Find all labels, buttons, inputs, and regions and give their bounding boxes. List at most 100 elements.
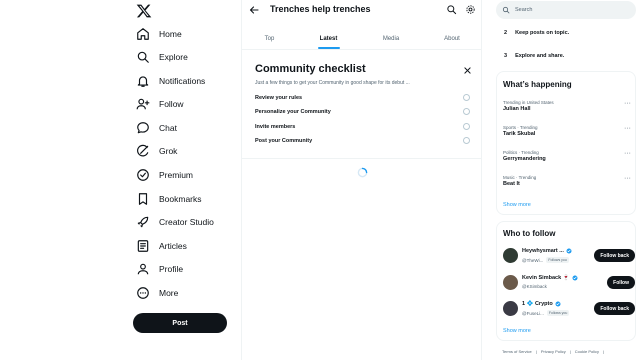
person-add-icon: [136, 97, 150, 111]
section-title: What’s happening: [503, 80, 572, 89]
checklist-radio[interactable]: [463, 108, 470, 115]
avatar[interactable]: [503, 275, 518, 290]
follow-suggestion[interactable]: 1 💠 Crypto @FuseLi... Follows you Follow…: [501, 299, 635, 321]
checklist-radio[interactable]: [463, 94, 470, 101]
follow-suggestion[interactable]: Kevin Simback 🍷 @KSimback Follow: [501, 273, 635, 295]
profile-icon: [136, 262, 150, 276]
checklist-item[interactable]: Review your rules: [242, 93, 482, 105]
nav-label: Creator Studio: [159, 217, 214, 227]
show-more-link[interactable]: Show more: [503, 328, 531, 334]
home-icon: [136, 27, 150, 41]
checklist-item-label: Invite members: [255, 124, 296, 130]
trend-name: Tarik Skubal: [503, 131, 536, 137]
show-more-link[interactable]: Show more: [503, 202, 531, 208]
nav-item-notifications[interactable]: Notifications: [132, 71, 209, 91]
tab-media[interactable]: Media: [360, 28, 422, 50]
search-icon: [136, 50, 150, 64]
tab-top[interactable]: Top: [242, 28, 297, 50]
nav-item-articles[interactable]: Articles: [132, 236, 191, 256]
trend-context: Sports · Trending: [503, 125, 538, 130]
nav-item-home[interactable]: Home: [132, 24, 186, 44]
tab-about[interactable]: About: [422, 28, 482, 50]
checklist-item[interactable]: Personalize your Community: [242, 107, 482, 119]
account-handle: @FuseLi...: [522, 310, 544, 316]
footer-separator: |: [535, 349, 537, 354]
trend-item[interactable]: Politics · Trending Gerrymandering ···: [503, 150, 631, 172]
nav-label: Home: [159, 29, 182, 39]
premium-icon: [136, 168, 150, 182]
nav-label: Follow: [159, 99, 184, 109]
checklist-title: Community checklist: [255, 63, 366, 75]
bell-icon: [136, 74, 150, 88]
verified-badge-icon: [555, 301, 561, 307]
search-input[interactable]: [515, 7, 625, 13]
nav-item-grok[interactable]: Grok: [132, 141, 181, 161]
account-handle-row: @KSimback: [522, 284, 547, 289]
follow-back-button[interactable]: Follow back: [594, 249, 635, 262]
loading-spinner-icon: [357, 167, 368, 178]
follow-back-button[interactable]: Follow back: [594, 302, 635, 315]
section-title: Who to follow: [503, 229, 556, 238]
nav-item-profile[interactable]: Profile: [132, 259, 187, 279]
right-sidebar: 2 Keep posts on topic. 3 Explore and sha…: [482, 0, 640, 360]
nav-item-chat[interactable]: Chat: [132, 118, 181, 138]
follow-button[interactable]: Follow: [607, 276, 635, 289]
nav-item-creator-studio[interactable]: Creator Studio: [132, 212, 218, 232]
nav-item-premium[interactable]: Premium: [132, 165, 197, 185]
post-button[interactable]: Post: [133, 313, 227, 333]
checklist-radio[interactable]: [463, 123, 470, 130]
checklist-subtitle: Just a few things to get your Community …: [255, 80, 410, 86]
follows-you-badge: Follows you: [546, 257, 569, 263]
nav-label: Bookmarks: [159, 194, 202, 204]
checklist-radio[interactable]: [463, 137, 470, 144]
grok-icon: [136, 144, 150, 158]
checklist-item[interactable]: Invite members: [242, 122, 482, 134]
nav-label: Profile: [159, 264, 184, 274]
more-dots-icon[interactable]: ···: [624, 150, 631, 157]
nav-item-explore[interactable]: Explore: [132, 47, 192, 67]
trend-name: Beat It: [503, 181, 520, 187]
account-name: 1 💠 Crypto: [522, 301, 553, 307]
more-dots-icon[interactable]: ···: [624, 175, 631, 182]
footer-link-privacy[interactable]: Privacy Policy: [541, 349, 566, 354]
rule-item: 3 Explore and share.: [504, 53, 564, 59]
chat-icon: [136, 121, 150, 135]
close-icon[interactable]: [463, 66, 472, 75]
footer-separator: |: [603, 349, 605, 354]
more-dots-icon[interactable]: ···: [624, 100, 631, 107]
divider: [242, 158, 482, 159]
rule-number: 3: [504, 53, 508, 59]
trend-item[interactable]: Music · Trending Beat It ···: [503, 175, 631, 197]
nav-item-bookmarks[interactable]: Bookmarks: [132, 189, 206, 209]
account-name-row: 1 💠 Crypto: [522, 301, 561, 307]
footer-link-terms[interactable]: Terms of Service: [502, 349, 532, 354]
rule-number: 2: [504, 30, 508, 36]
x-logo-icon[interactable]: [136, 3, 152, 19]
article-icon: [136, 239, 150, 253]
verified-badge-icon: [572, 275, 578, 281]
follow-suggestion[interactable]: Heywhysmart ... @TheWi... Follows you Fo…: [501, 246, 635, 268]
nav-item-more[interactable]: More: [132, 283, 182, 303]
trend-context: Trending in United States: [503, 100, 554, 105]
gear-icon[interactable]: [465, 4, 476, 15]
account-name: Kevin Simback 🍷: [522, 275, 570, 281]
more-dots-icon[interactable]: ···: [624, 125, 631, 132]
avatar[interactable]: [503, 301, 518, 316]
back-arrow-icon[interactable]: [248, 4, 260, 16]
verified-badge-icon: [566, 248, 572, 254]
nav-item-follow[interactable]: Follow: [132, 94, 188, 114]
follows-you-badge: Follows you: [546, 310, 570, 316]
trend-item[interactable]: Sports · Trending Tarik Skubal ···: [503, 125, 631, 147]
footer-link-cookie[interactable]: Cookie Policy: [575, 349, 599, 354]
checklist-item[interactable]: Post your Community: [242, 136, 482, 148]
footer-links: Terms of Service | Privacy Policy | Cook…: [502, 349, 604, 354]
account-name-row: Kevin Simback 🍷: [522, 275, 578, 281]
search-box[interactable]: [496, 1, 636, 19]
trend-context: Music · Trending: [503, 175, 537, 180]
bookmark-icon: [136, 192, 150, 206]
checklist-item-label: Personalize your Community: [255, 109, 331, 115]
search-icon[interactable]: [446, 4, 457, 15]
trend-item[interactable]: Trending in United States Julian Hall ··…: [503, 100, 631, 122]
avatar[interactable]: [503, 248, 518, 263]
whats-happening-card: What’s happening Trending in United Stat…: [496, 71, 636, 215]
